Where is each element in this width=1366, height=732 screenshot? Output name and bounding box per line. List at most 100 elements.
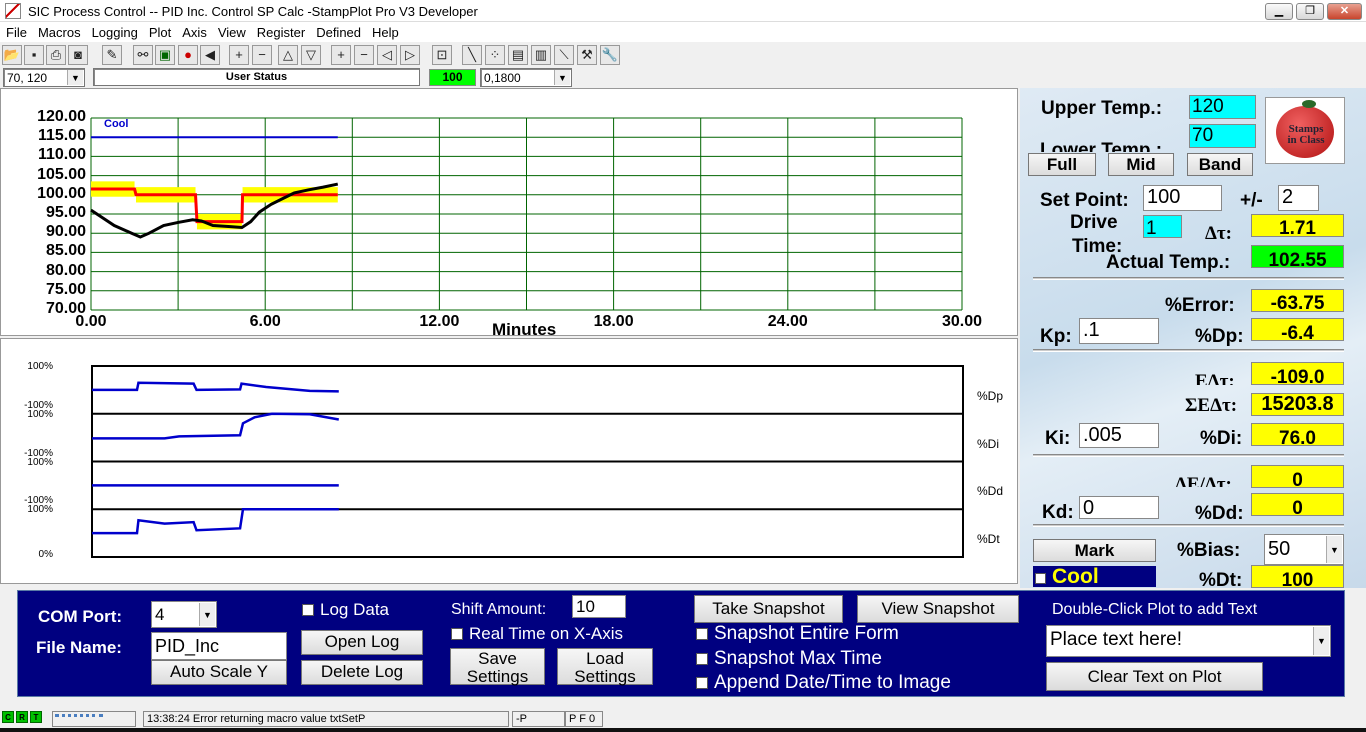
wrench-icon[interactable]: 🔧 (600, 45, 620, 65)
stop-icon[interactable]: ● (178, 45, 198, 65)
log-data-checkbox[interactable]: Log Data (302, 600, 389, 620)
menu-plot[interactable]: Plot (143, 22, 176, 40)
t-indicator: T (30, 711, 42, 723)
checkbox-icon[interactable] (696, 677, 708, 689)
save-settings-button[interactable]: Save Settings (450, 648, 545, 686)
pen-icon[interactable]: ╲ (462, 45, 482, 65)
real-time-checkbox[interactable]: Real Time on X-Axis (451, 624, 623, 644)
menu-defined[interactable]: Defined (310, 22, 366, 40)
time-icon[interactable]: ⊡ (432, 45, 452, 65)
append-date-time-label: Append Date/Time to Image (714, 672, 951, 693)
com-port-label: COM Port: (38, 607, 123, 626)
snapshot-max-time-checkbox[interactable]: Snapshot Max Time (696, 648, 882, 670)
full-button[interactable]: Full (1028, 153, 1096, 176)
menu-register[interactable]: Register (251, 22, 310, 40)
probe-icon[interactable]: ⟍ (554, 45, 574, 65)
chevron-down-icon[interactable]: ▼ (1326, 536, 1342, 563)
y-plus-icon[interactable]: + (229, 45, 249, 65)
user-status: User Status (93, 68, 420, 86)
print-icon[interactable]: ⎙ (46, 45, 66, 65)
save-icon[interactable]: ▪ (24, 45, 44, 65)
strip-name: %Di (977, 436, 1000, 451)
delete-log-button[interactable]: Delete Log (301, 660, 423, 685)
dd-value: 0 (1251, 493, 1344, 516)
strip-name: %Dp (977, 388, 1004, 403)
menu-axis[interactable]: Axis (176, 22, 212, 40)
checkbox-icon[interactable] (302, 604, 314, 616)
camera-icon[interactable]: ◙ (68, 45, 88, 65)
kp-label: Kp: (1040, 326, 1072, 346)
wand-icon[interactable]: ✎ (102, 45, 122, 65)
y-down-icon[interactable]: ▽ (301, 45, 321, 65)
drive-time-input[interactable]: 1 (1143, 215, 1182, 238)
y-range-select[interactable]: 70, 120 ▼ (3, 68, 85, 87)
x-plus-icon[interactable]: + (331, 45, 351, 65)
lower-temp-input[interactable]: 70 (1189, 124, 1256, 148)
band-button[interactable]: Band (1187, 153, 1253, 176)
calc-icon[interactable]: ▥ (531, 45, 551, 65)
shift-amount-input[interactable]: 10 (572, 595, 626, 618)
checkbox-icon[interactable] (451, 628, 463, 640)
kd-input[interactable]: 0 (1079, 496, 1159, 519)
x-axis-label: Minutes (492, 320, 557, 336)
menu-help[interactable]: Help (366, 22, 404, 40)
tools-icon[interactable]: ⚒ (577, 45, 597, 65)
chevron-down-icon[interactable]: ▼ (67, 70, 83, 85)
mid-button[interactable]: Mid (1108, 153, 1174, 176)
chevron-down-icon[interactable]: ▼ (1313, 627, 1329, 655)
y-up-icon[interactable]: △ (278, 45, 298, 65)
clear-text-button[interactable]: Clear Text on Plot (1046, 662, 1263, 691)
append-date-time-checkbox[interactable]: Append Date/Time to Image (696, 672, 951, 694)
x-range-select[interactable]: 0,1800 ▼ (480, 68, 572, 87)
monitor-icon[interactable]: ▣ (155, 45, 175, 65)
x-minus-icon[interactable]: − (354, 45, 374, 65)
menu-file[interactable]: File (0, 22, 32, 40)
bias-select[interactable]: 50 ▼ (1264, 534, 1344, 565)
divider (1033, 454, 1344, 457)
plus-minus-input[interactable]: 2 (1278, 185, 1319, 211)
pid-terms-plot[interactable]: 100% -100% %Dp 100% -100% %Di 100% -100% %Dd 100%… (0, 338, 1018, 584)
restore-button[interactable]: ❐ (1296, 3, 1324, 20)
y-minus-icon[interactable]: − (252, 45, 272, 65)
note-icon[interactable]: ▤ (508, 45, 528, 65)
load-settings-button[interactable]: Load Settings (557, 648, 653, 686)
chevron-down-icon[interactable]: ▼ (199, 603, 215, 626)
y-tick-label: 90.00 (45, 223, 86, 241)
strip-axis-label: 100% (27, 456, 53, 468)
strip-line-Dp (92, 381, 339, 393)
auto-scale-y-button[interactable]: Auto Scale Y (151, 660, 287, 685)
upper-temp-input[interactable]: 120 (1189, 95, 1256, 119)
checkbox-icon[interactable] (696, 653, 708, 665)
divider (1033, 349, 1344, 352)
points-icon[interactable]: ⁘ (485, 45, 505, 65)
connect-icon[interactable]: ⚯ (133, 45, 153, 65)
file-name-input[interactable]: PID_Inc (151, 632, 287, 660)
menu-macros[interactable]: Macros (32, 22, 86, 40)
menu-logging[interactable]: Logging (86, 22, 143, 40)
open-icon[interactable]: 📂 (2, 45, 22, 65)
minimize-button[interactable]: ▁ (1265, 3, 1293, 20)
close-button[interactable]: ✕ (1327, 3, 1362, 20)
chevron-down-icon[interactable]: ▼ (554, 70, 570, 85)
y-tick-label: 75.00 (45, 280, 86, 298)
snapshot-entire-form-checkbox[interactable]: Snapshot Entire Form (696, 623, 899, 645)
x-right-icon[interactable]: ▷ (400, 45, 420, 65)
back-arrow-icon[interactable]: ◀ (200, 45, 220, 65)
mark-button[interactable]: Mark (1033, 539, 1156, 562)
dd-label: %Dd: (1195, 503, 1244, 524)
view-snapshot-button[interactable]: View Snapshot (857, 595, 1019, 623)
x-tick-label: 12.00 (419, 313, 460, 330)
plot-text-combo[interactable]: Place text here! ▼ (1046, 625, 1331, 657)
com-port-select[interactable]: 4 ▼ (151, 601, 217, 628)
open-log-button[interactable]: Open Log (301, 630, 423, 655)
x-left-icon[interactable]: ◁ (377, 45, 397, 65)
temperature-plot[interactable]: 120.00 115.00 110.00 105.00 100.00 95.00 90.00… (0, 88, 1018, 336)
kp-input[interactable]: .1 (1079, 318, 1159, 344)
ki-input[interactable]: .005 (1079, 423, 1159, 448)
take-snapshot-button[interactable]: Take Snapshot (694, 595, 843, 623)
set-point-input[interactable]: 100 (1143, 185, 1222, 211)
checkbox-icon[interactable] (1035, 573, 1046, 584)
cool-checkbox[interactable]: Cool (1033, 566, 1156, 587)
checkbox-icon[interactable] (696, 628, 708, 640)
menu-view[interactable]: View (212, 22, 251, 40)
